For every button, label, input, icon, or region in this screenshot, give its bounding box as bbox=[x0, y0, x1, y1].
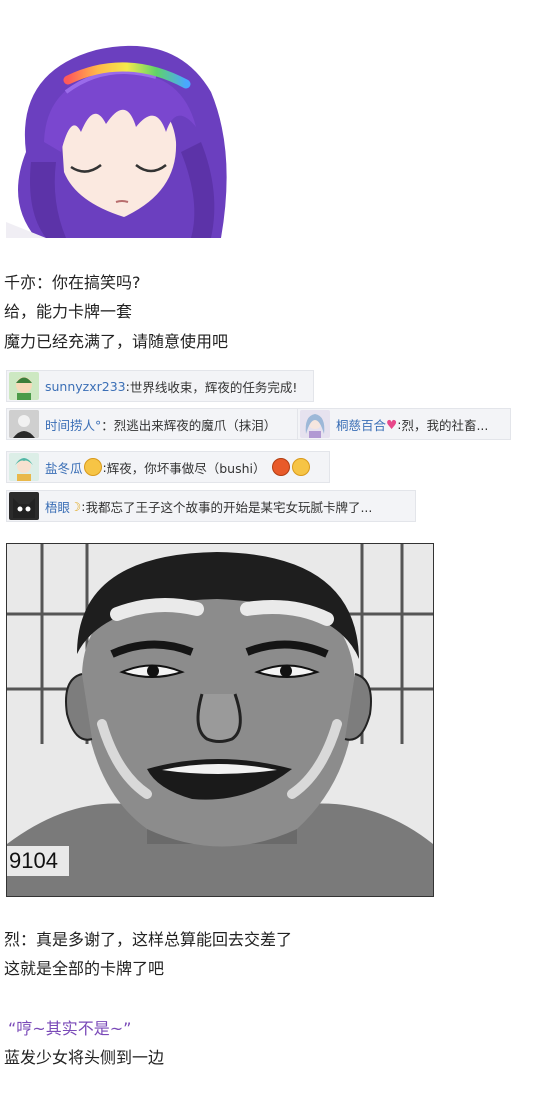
avatar[interactable] bbox=[9, 372, 39, 400]
comment-username[interactable]: 盐冬瓜 bbox=[45, 458, 83, 477]
comment-row: 桐慈百合 ♥ : 烈，我的社畜... bbox=[297, 408, 511, 440]
girl-illustration bbox=[6, 32, 236, 238]
comment-text: 我都忘了王子这个故事的开始是某宅女玩腻卡牌了... bbox=[85, 499, 373, 515]
comment-row: sunnyzxr233 : 世界线收束，辉夜的任务完成! bbox=[6, 370, 314, 402]
dialogue-line-2: 给，能力卡牌一套 bbox=[4, 302, 133, 321]
heart-icon: ♥ bbox=[386, 416, 398, 432]
comment-text: 烈逃出来辉夜的魔爪（抹泪） bbox=[113, 417, 277, 433]
comment-username[interactable]: 时间捞人° bbox=[45, 415, 101, 434]
dialogue-line-5: 这就是全部的卡牌了吧 bbox=[4, 959, 165, 978]
comment-row: 时间捞人° ： 烈逃出来辉夜的魔爪（抹泪） bbox=[6, 408, 298, 440]
avatar[interactable] bbox=[9, 453, 39, 481]
comment-username[interactable]: sunnyzxr233 bbox=[45, 379, 126, 394]
comment-text: 辉夜，你坏事做尽（bushi） bbox=[106, 460, 266, 476]
dialogue-line-1: 千亦：你在搞笑吗? bbox=[4, 273, 141, 292]
manga-number: 9104 bbox=[9, 848, 58, 873]
avatar[interactable] bbox=[9, 410, 39, 438]
dialogue-line-3: 魔力已经充满了，请随意使用吧 bbox=[4, 332, 229, 351]
narration-line: 蓝发少女将头侧到一边 bbox=[4, 1048, 165, 1067]
moon-icon: ☽ bbox=[70, 498, 82, 514]
avatar[interactable] bbox=[300, 410, 330, 438]
comment-row: 盐冬瓜 : 辉夜，你坏事做尽（bushi） bbox=[6, 451, 330, 483]
angry-emoji-icon bbox=[271, 458, 290, 476]
comment-text: 世界线收束，辉夜的任务完成! bbox=[129, 379, 298, 395]
comment-row: 梧眼 ☽ : 我都忘了王子这个故事的开始是某宅女玩腻卡牌了... bbox=[6, 490, 416, 522]
avatar[interactable] bbox=[9, 492, 39, 520]
quote-line: “哼~其实不是~” bbox=[8, 1019, 132, 1038]
smile-emoji-icon bbox=[291, 458, 310, 476]
cat-emoji-icon bbox=[83, 458, 102, 476]
comment-text: 烈，我的社畜... bbox=[401, 417, 489, 433]
dialogue-line-4: 烈：真是多谢了，这样总算能回去交差了 bbox=[4, 930, 293, 949]
manga-panel: 9104 bbox=[6, 543, 434, 897]
comment-username[interactable]: 梧眼 bbox=[45, 497, 70, 516]
comment-separator: ： bbox=[101, 417, 114, 433]
comment-username[interactable]: 桐慈百合 bbox=[336, 415, 386, 434]
